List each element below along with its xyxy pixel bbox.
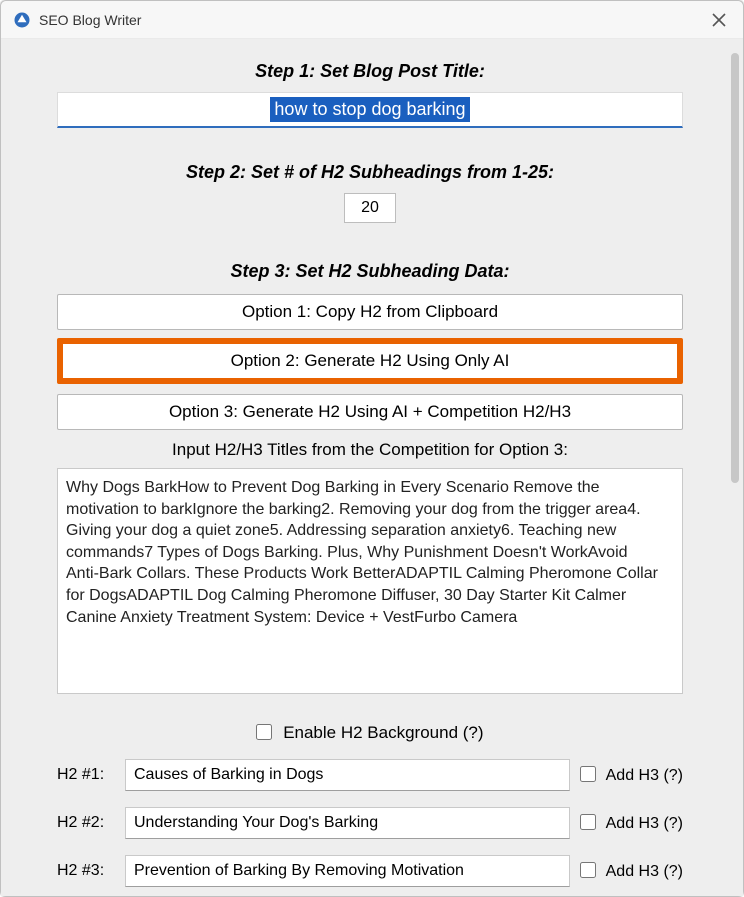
h2-row-label: H2 #2: [57,814,115,832]
h2-count-input[interactable] [344,193,396,223]
h2-input-2[interactable] [125,807,570,839]
enable-h2-bg-text: Enable H2 Background (?) [283,723,483,742]
h2-row: H2 #1: Add H3 (?) [57,759,683,791]
h2-input-1[interactable] [125,759,570,791]
h2-row: H2 #3: Add H3 (?) [57,855,683,887]
enable-h2-bg-checkbox[interactable] [256,724,272,740]
competition-textarea[interactable] [57,468,683,694]
titlebar: SEO Blog Writer [1,1,743,39]
add-h3-checkbox-2[interactable] [580,814,596,830]
h2-row: H2 #2: Add H3 (?) [57,807,683,839]
h2-input-3[interactable] [125,855,570,887]
scrollbar-thumb[interactable] [731,53,739,483]
add-h3-label-1[interactable]: Add H3 (?) [580,766,683,785]
add-h3-checkbox-1[interactable] [580,766,596,782]
h2-row-label: H2 #3: [57,862,115,880]
competition-label: Input H2/H3 Titles from the Competition … [57,440,683,460]
option3-button[interactable]: Option 3: Generate H2 Using AI + Competi… [57,394,683,430]
add-h3-checkbox-3[interactable] [580,862,596,878]
add-h3-label-2[interactable]: Add H3 (?) [580,814,683,833]
app-window: SEO Blog Writer Step 1: Set Blog Post Ti… [0,0,744,897]
window-title: SEO Blog Writer [39,12,707,28]
step3-label: Step 3: Set H2 Subheading Data: [57,261,683,282]
close-button[interactable] [707,8,731,32]
close-icon [712,13,726,27]
blog-title-selected-text: how to stop dog barking [270,97,469,122]
add-h3-label-3[interactable]: Add H3 (?) [580,862,683,881]
step2-label: Step 2: Set # of H2 Subheadings from 1-2… [57,162,683,183]
scrollbar-track[interactable] [731,53,739,882]
app-icon [13,11,31,29]
h2-row-label: H2 #1: [57,766,115,784]
blog-title-input[interactable]: how to stop dog barking [57,92,683,128]
enable-h2-bg-label[interactable]: Enable H2 Background (?) [256,723,483,742]
step1-label: Step 1: Set Blog Post Title: [57,61,683,82]
content-area: Step 1: Set Blog Post Title: how to stop… [1,39,743,896]
option2-button[interactable]: Option 2: Generate H2 Using Only AI [57,338,683,384]
option1-button[interactable]: Option 1: Copy H2 from Clipboard [57,294,683,330]
